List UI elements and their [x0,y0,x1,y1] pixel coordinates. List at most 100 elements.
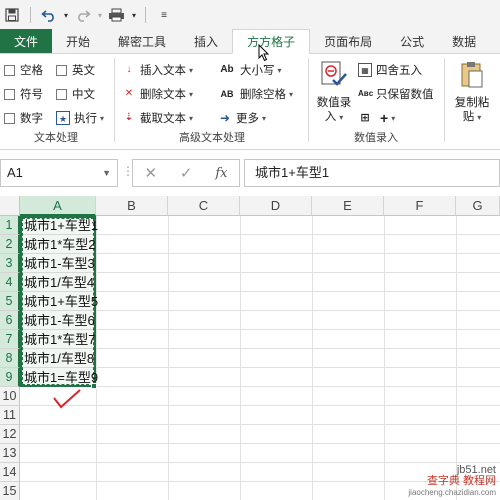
row-header[interactable]: 4 [0,273,20,292]
row-header[interactable]: 10 [0,387,20,406]
number-entry-group: 数值录 入 ▾ ▦ 四舍五入 Aʙᴄ 只保留数值 ⊞ + ▾ 数值录入 [310,58,442,146]
delete-space-label: 删除空格 [240,89,286,101]
case-button[interactable]: Ab 大小写 ▾ [218,60,281,80]
checkbox-chinese[interactable]: 中文 [56,84,95,104]
name-box[interactable]: A1 ▼ [0,159,118,187]
row-header[interactable]: 15 [0,482,20,500]
checkbox-box[interactable] [4,64,15,76]
redo-icon[interactable] [71,3,95,27]
tab-decrypt-tools[interactable]: 解密工具 [104,29,180,53]
tab-insert[interactable]: 插入 [180,29,232,53]
print-dropdown-icon[interactable]: ▾ [129,3,139,27]
qat-separator [30,7,31,23]
cell-a5[interactable]: 城市1+车型5 [24,292,98,311]
row-header[interactable]: 3 [0,254,20,273]
cell-a6[interactable]: 城市1-车型6 [24,311,95,330]
row-header[interactable]: 1 [0,216,20,235]
tab-data[interactable]: 数据 [438,29,490,53]
checkbox-label: 数字 [20,113,43,125]
keep-value-label: 只保留数值 [376,89,434,101]
plus-button[interactable]: ⊞ + ▾ [358,108,395,128]
checkbox-label: 英文 [72,65,95,77]
number-entry-button[interactable]: 数值录 入 ▾ [312,60,356,125]
row-header[interactable]: 13 [0,444,20,463]
row-header[interactable]: 7 [0,330,20,349]
column-header-d[interactable]: D [240,196,312,216]
select-all-corner[interactable] [0,196,20,216]
checkbox-box[interactable] [56,88,67,100]
customize-icon[interactable]: ≡ [152,3,176,27]
delete-space-button[interactable]: AB 删除空格 ▾ [218,84,294,104]
keep-value-icon: Aʙᴄ [358,89,374,98]
execute-button[interactable]: ★ 执行 ▾ [56,108,104,128]
cell-a1[interactable]: 城市1+车型1 [24,216,98,235]
chevron-down-icon: ▾ [189,65,194,75]
checkbox-symbol[interactable]: 符号 [4,84,43,104]
cell-a8[interactable]: 城市1/车型8 [24,349,94,368]
column-header-e[interactable]: E [312,196,384,216]
row-header[interactable]: 8 [0,349,20,368]
row-header[interactable]: 6 [0,311,20,330]
column-header-c[interactable]: C [168,196,240,216]
row-header[interactable]: 2 [0,235,20,254]
grid-icon: ⊞ [360,112,370,124]
row-header[interactable]: 9 [0,368,20,387]
row-header[interactable]: 12 [0,425,20,444]
cell-a2[interactable]: 城市1*车型2 [24,235,96,254]
keep-value-button[interactable]: Aʙᴄ 只保留数值 [358,84,434,104]
arrow-right-icon: ➜ [219,111,231,125]
tab-fangfang-gezi[interactable]: 方方格子 [232,29,311,54]
gridline [20,424,500,425]
delete-text-button[interactable]: ✕ 删除文本 ▾ [122,84,193,104]
copy-paste-label-line2: 贴 ▾ [448,110,496,125]
formula-input[interactable]: 城市1+车型1 [244,159,500,187]
cell-a7[interactable]: 城市1*车型7 [24,330,96,349]
checkbox-box[interactable] [4,88,15,100]
checkbox-number[interactable]: 数字 [4,108,43,128]
save-icon[interactable] [0,3,24,27]
checkbox-box[interactable] [56,64,67,76]
print-icon[interactable] [105,3,129,27]
row-header[interactable]: 11 [0,406,20,425]
extract-text-button[interactable]: ⇣ 截取文本 ▾ [122,108,193,128]
cell-a9[interactable]: 城市1=车型9 [24,368,98,387]
column-header-g[interactable]: G [456,196,500,216]
row-header[interactable]: 5 [0,292,20,311]
chevron-down-icon: ▾ [289,89,294,99]
group-divider [308,58,309,142]
insert-function-icon[interactable]: fx [215,166,227,181]
column-header-b[interactable]: B [96,196,168,216]
worksheet-grid: A B C D E F G 1 2 3 4 5 6 7 8 9 10 11 12… [0,196,500,500]
row-header[interactable]: 14 [0,463,20,482]
checkbox-space[interactable]: 空格 [4,60,43,80]
more-button[interactable]: ➜ 更多 ▾ [218,108,266,128]
chevron-down-icon[interactable]: ▼ [102,160,111,186]
case-icon: Ab [220,64,234,75]
confirm-icon[interactable]: ✓ [180,164,193,182]
round-button[interactable]: ▦ 四舍五入 [358,60,422,80]
tab-formulas[interactable]: 公式 [386,29,438,53]
cell-a4[interactable]: 城市1/车型4 [24,273,94,292]
undo-dropdown-icon[interactable]: ▾ [61,3,71,27]
number-entry-group-label: 数值录入 [354,132,398,144]
undo-icon[interactable] [37,3,61,27]
gridline [20,405,500,406]
insert-text-button[interactable]: ↓ 插入文本 ▾ [122,60,194,80]
fill-handle[interactable] [91,383,97,389]
tab-home[interactable]: 开始 [52,29,104,53]
checkbox-label: 空格 [20,65,43,77]
copy-paste-button[interactable]: 复制粘 贴 ▾ [448,60,496,125]
column-header-a[interactable]: A [20,196,96,216]
cell-a3[interactable]: 城市1-车型3 [24,254,95,273]
tab-file[interactable]: 文件 [0,29,53,53]
tab-page-layout[interactable]: 页面布局 [310,29,386,53]
delete-text-icon: ✕ [124,88,134,99]
column-header-f[interactable]: F [384,196,456,216]
chevron-down-icon: ▾ [391,113,396,123]
checkbox-box[interactable] [4,112,15,124]
copy-paste-label-text: 贴 [462,111,475,123]
redo-dropdown-icon[interactable]: ▾ [95,3,105,27]
chevron-down-icon: ▾ [100,113,105,123]
cancel-icon[interactable]: ✕ [144,164,157,182]
checkbox-english[interactable]: 英文 [56,60,95,80]
